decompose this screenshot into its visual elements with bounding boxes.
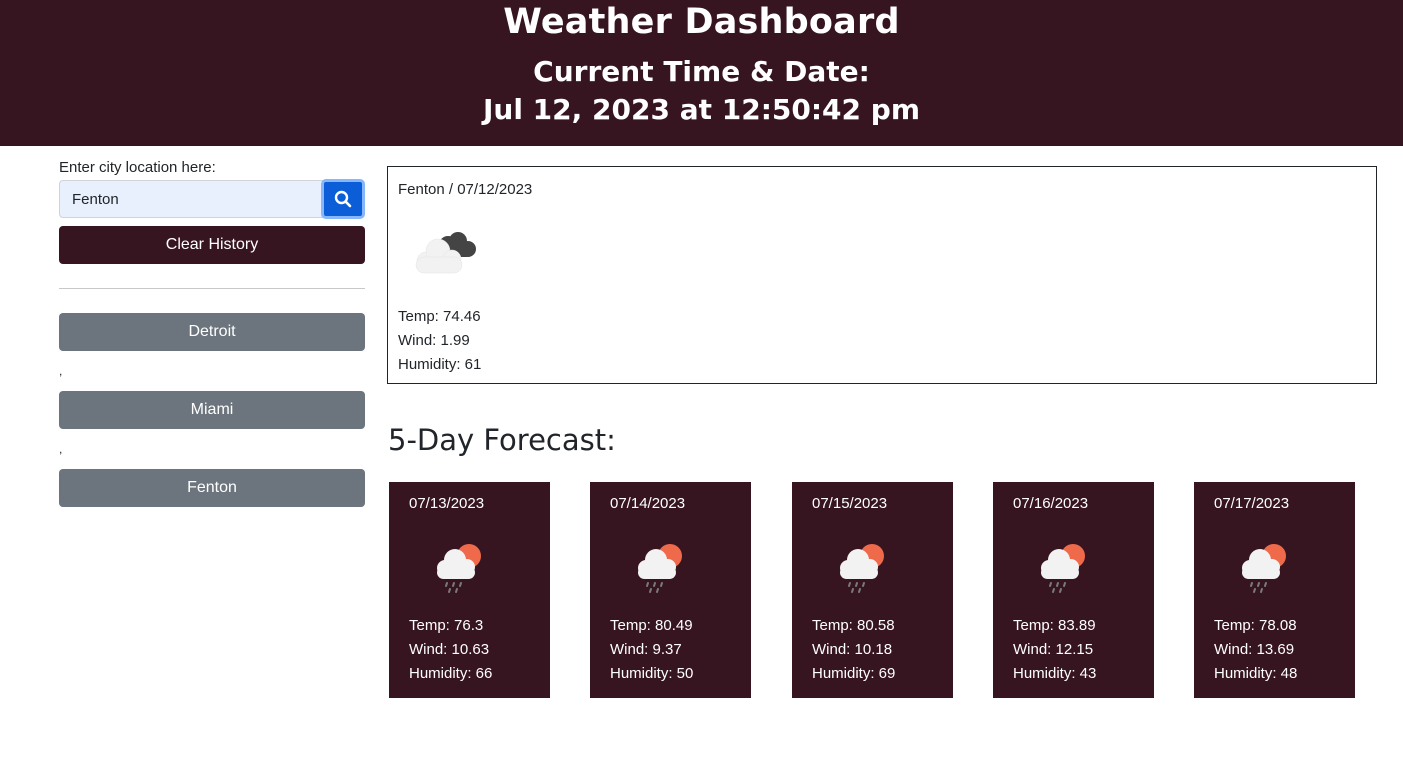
- forecast-humidity: Humidity: 48: [1214, 665, 1298, 682]
- forecast-date: 07/16/2023: [1013, 495, 1089, 512]
- city-search-input[interactable]: [59, 180, 323, 218]
- current-wind: Wind: 1.99: [398, 332, 470, 349]
- search-row: [59, 179, 365, 219]
- rain-sun-icon: [429, 534, 493, 598]
- forecast-date: 07/17/2023: [1214, 495, 1290, 512]
- rain-sun-icon: [832, 534, 896, 598]
- history-separator: ,: [59, 364, 63, 378]
- current-time-date: Jul 12, 2023 at 12:50:42 pm: [482, 93, 920, 126]
- forecast-humidity: Humidity: 66: [409, 665, 493, 682]
- forecast-title: 5-Day Forecast:: [388, 423, 616, 457]
- divider: [59, 288, 365, 289]
- forecast-card: 07/17/2023 Temp: 78.08 Wind: 13.69 Humid…: [1194, 482, 1355, 698]
- forecast-wind: Wind: 12.15: [1013, 641, 1094, 658]
- search-history-list: Detroit , Miami , Fenton: [59, 313, 365, 507]
- forecast-card: 07/13/2023 Temp: 76.3 Wind: 10.63 Humidi…: [389, 482, 550, 698]
- forecast-date: 07/13/2023: [409, 495, 485, 512]
- page-title: Weather Dashboard: [503, 2, 900, 42]
- forecast-temp: Temp: 80.58: [812, 617, 895, 634]
- page-header: Weather Dashboard Current Time & Date: J…: [0, 0, 1403, 146]
- current-temp: Temp: 74.46: [398, 308, 481, 325]
- search-label: Enter city location here:: [59, 159, 216, 176]
- history-button-detroit[interactable]: Detroit: [59, 313, 365, 351]
- forecast-card: 07/16/2023 Temp: 83.89 Wind: 12.15 Humid…: [993, 482, 1154, 698]
- forecast-temp: Temp: 76.3: [409, 617, 484, 634]
- search-button[interactable]: [321, 179, 365, 219]
- rain-sun-icon: [630, 534, 694, 598]
- current-weather-card: Fenton / 07/12/2023 Temp: 74.46 Wind: 1.…: [387, 166, 1377, 384]
- rain-sun-icon: [1033, 534, 1097, 598]
- clear-history-button[interactable]: Clear History: [59, 226, 365, 264]
- history-button-fenton[interactable]: Fenton: [59, 469, 365, 507]
- forecast-wind: Wind: 10.63: [409, 641, 490, 658]
- forecast-humidity: Humidity: 43: [1013, 665, 1097, 682]
- sidebar: Enter city location here: Clear History …: [59, 158, 365, 507]
- forecast-card: 07/14/2023 Temp: 80.49 Wind: 9.37 Humidi…: [590, 482, 751, 698]
- forecast-date: 07/15/2023: [812, 495, 888, 512]
- rain-sun-icon: [1234, 534, 1298, 598]
- current-weather-title: Fenton / 07/12/2023: [398, 181, 533, 198]
- forecast-humidity: Humidity: 50: [610, 665, 694, 682]
- forecast-temp: Temp: 78.08: [1214, 617, 1297, 634]
- forecast-temp: Temp: 80.49: [610, 617, 693, 634]
- time-label: Current Time & Date:: [533, 55, 870, 88]
- forecast-humidity: Humidity: 69: [812, 665, 896, 682]
- forecast-card: 07/15/2023 Temp: 80.58 Wind: 10.18 Humid…: [792, 482, 953, 698]
- forecast-wind: Wind: 9.37: [610, 641, 682, 658]
- forecast-temp: Temp: 83.89: [1013, 617, 1096, 634]
- history-separator: ,: [59, 442, 63, 456]
- cloudy-icon: [406, 213, 486, 293]
- search-icon: [334, 190, 352, 208]
- forecast-wind: Wind: 10.18: [812, 641, 893, 658]
- forecast-cards: 07/13/2023 Temp: 76.3 Wind: 10.63 Humidi…: [389, 482, 1359, 698]
- forecast-wind: Wind: 13.69: [1214, 641, 1295, 658]
- forecast-date: 07/14/2023: [610, 495, 686, 512]
- current-humidity: Humidity: 61: [398, 356, 482, 373]
- history-button-miami[interactable]: Miami: [59, 391, 365, 429]
